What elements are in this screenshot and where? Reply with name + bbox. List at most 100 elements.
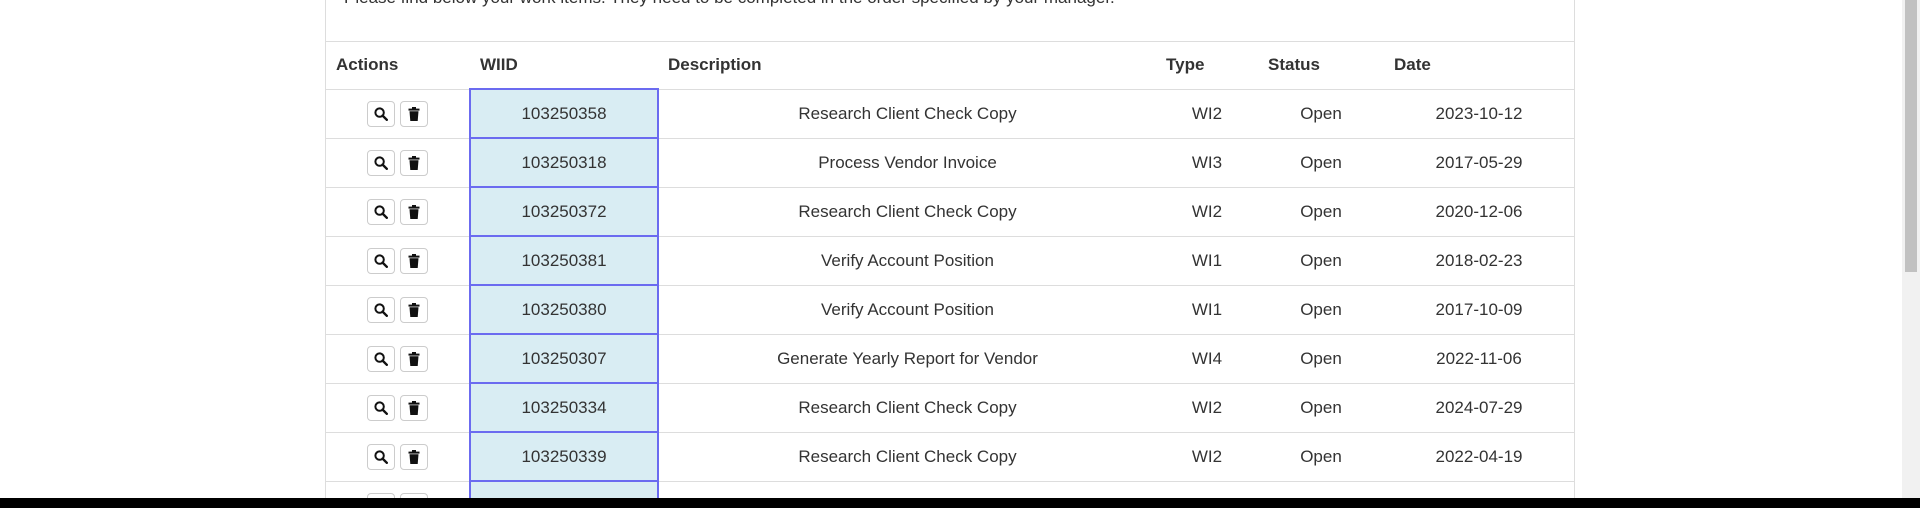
delete-button[interactable] <box>400 149 428 176</box>
status-cell: Open <box>1258 236 1384 286</box>
type-cell: WI4 <box>1156 334 1258 384</box>
delete-button[interactable] <box>400 394 428 421</box>
action-buttons <box>367 296 428 323</box>
work-items-panel: Please find below your work items. They … <box>325 0 1575 508</box>
work-items-table: Actions WIID Description Type Status Dat… <box>326 42 1574 508</box>
actions-cell <box>326 89 470 139</box>
view-button[interactable] <box>367 296 395 323</box>
table-row: 103250339 Research Client Check Copy WI2… <box>326 431 1574 482</box>
view-button[interactable] <box>367 394 395 421</box>
wiid-cell[interactable]: 103250334 <box>469 382 659 433</box>
delete-button[interactable] <box>400 345 428 372</box>
search-icon <box>374 302 388 317</box>
scrollbar-thumb[interactable] <box>1905 0 1917 272</box>
delete-button[interactable] <box>400 198 428 225</box>
actions-cell <box>326 285 470 335</box>
actions-cell <box>326 383 470 433</box>
delete-button[interactable] <box>400 443 428 470</box>
action-buttons <box>367 345 428 372</box>
date-cell: 2024-07-29 <box>1384 383 1574 433</box>
action-buttons <box>367 443 428 470</box>
table-row: 103250381 Verify Account Position WI1 Op… <box>326 235 1574 286</box>
delete-button[interactable] <box>400 247 428 274</box>
header-status[interactable]: Status <box>1258 42 1384 90</box>
date-cell: 2017-05-29 <box>1384 138 1574 188</box>
view-button[interactable] <box>367 345 395 372</box>
wiid-cell[interactable]: 103250358 <box>469 88 659 139</box>
search-icon <box>374 204 388 219</box>
action-buttons <box>367 394 428 421</box>
search-icon <box>374 400 388 415</box>
date-cell: 2020-12-06 <box>1384 187 1574 237</box>
description-cell: Research Client Check Copy <box>658 432 1156 482</box>
date-cell: 2022-04-19 <box>1384 432 1574 482</box>
table-body: 103250358 Research Client Check Copy WI2… <box>326 88 1574 508</box>
type-cell: WI2 <box>1156 89 1258 139</box>
actions-cell <box>326 236 470 286</box>
trash-icon <box>408 449 420 464</box>
page-viewport: Please find below your work items. They … <box>0 0 1920 508</box>
search-icon <box>374 351 388 366</box>
bottom-bar <box>0 498 1920 508</box>
description-cell: Verify Account Position <box>658 285 1156 335</box>
status-cell: Open <box>1258 138 1384 188</box>
status-cell: Open <box>1258 432 1384 482</box>
type-cell: WI2 <box>1156 383 1258 433</box>
header-description[interactable]: Description <box>658 42 1156 90</box>
wiid-cell[interactable]: 103250318 <box>469 137 659 188</box>
action-buttons <box>367 198 428 225</box>
description-cell: Research Client Check Copy <box>658 89 1156 139</box>
view-button[interactable] <box>367 149 395 176</box>
date-cell: 2022-11-06 <box>1384 334 1574 384</box>
header-wiid[interactable]: WIID <box>470 42 658 90</box>
status-cell: Open <box>1258 334 1384 384</box>
table-row: 103250307 Generate Yearly Report for Ven… <box>326 333 1574 384</box>
description-cell: Research Client Check Copy <box>658 383 1156 433</box>
trash-icon <box>408 204 420 219</box>
table-row: 103250358 Research Client Check Copy WI2… <box>326 88 1574 139</box>
wiid-cell[interactable]: 103250380 <box>469 284 659 335</box>
vertical-scrollbar[interactable] <box>1902 0 1920 498</box>
date-cell: 2017-10-09 <box>1384 285 1574 335</box>
type-cell: WI3 <box>1156 138 1258 188</box>
view-button[interactable] <box>367 247 395 274</box>
search-icon <box>374 106 388 121</box>
status-cell: Open <box>1258 383 1384 433</box>
actions-cell <box>326 187 470 237</box>
wiid-cell[interactable]: 103250381 <box>469 235 659 286</box>
wiid-cell[interactable]: 103250307 <box>469 333 659 384</box>
trash-icon <box>408 400 420 415</box>
trash-icon <box>408 351 420 366</box>
description-cell: Process Vendor Invoice <box>658 138 1156 188</box>
view-button[interactable] <box>367 100 395 127</box>
description-cell: Generate Yearly Report for Vendor <box>658 334 1156 384</box>
intro-text: Please find below your work items. They … <box>344 0 1115 8</box>
type-cell: WI2 <box>1156 432 1258 482</box>
type-cell: WI2 <box>1156 187 1258 237</box>
delete-button[interactable] <box>400 100 428 127</box>
status-cell: Open <box>1258 285 1384 335</box>
delete-button[interactable] <box>400 296 428 323</box>
trash-icon <box>408 155 420 170</box>
type-cell: WI1 <box>1156 285 1258 335</box>
search-icon <box>374 449 388 464</box>
header-date[interactable]: Date <box>1384 42 1574 90</box>
date-cell: 2018-02-23 <box>1384 236 1574 286</box>
header-actions: Actions <box>326 42 470 90</box>
header-type[interactable]: Type <box>1156 42 1258 90</box>
table-row: 103250372 Research Client Check Copy WI2… <box>326 186 1574 237</box>
search-icon <box>374 253 388 268</box>
date-cell: 2023-10-12 <box>1384 89 1574 139</box>
table-header-row: Actions WIID Description Type Status Dat… <box>326 42 1574 90</box>
status-cell: Open <box>1258 89 1384 139</box>
view-button[interactable] <box>367 443 395 470</box>
wiid-cell[interactable]: 103250339 <box>469 431 659 482</box>
actions-cell <box>326 138 470 188</box>
view-button[interactable] <box>367 198 395 225</box>
wiid-cell[interactable]: 103250372 <box>469 186 659 237</box>
type-cell: WI1 <box>1156 236 1258 286</box>
action-buttons <box>367 149 428 176</box>
action-buttons <box>367 247 428 274</box>
table-row: 103250380 Verify Account Position WI1 Op… <box>326 284 1574 335</box>
table-row: 103250318 Process Vendor Invoice WI3 Ope… <box>326 137 1574 188</box>
